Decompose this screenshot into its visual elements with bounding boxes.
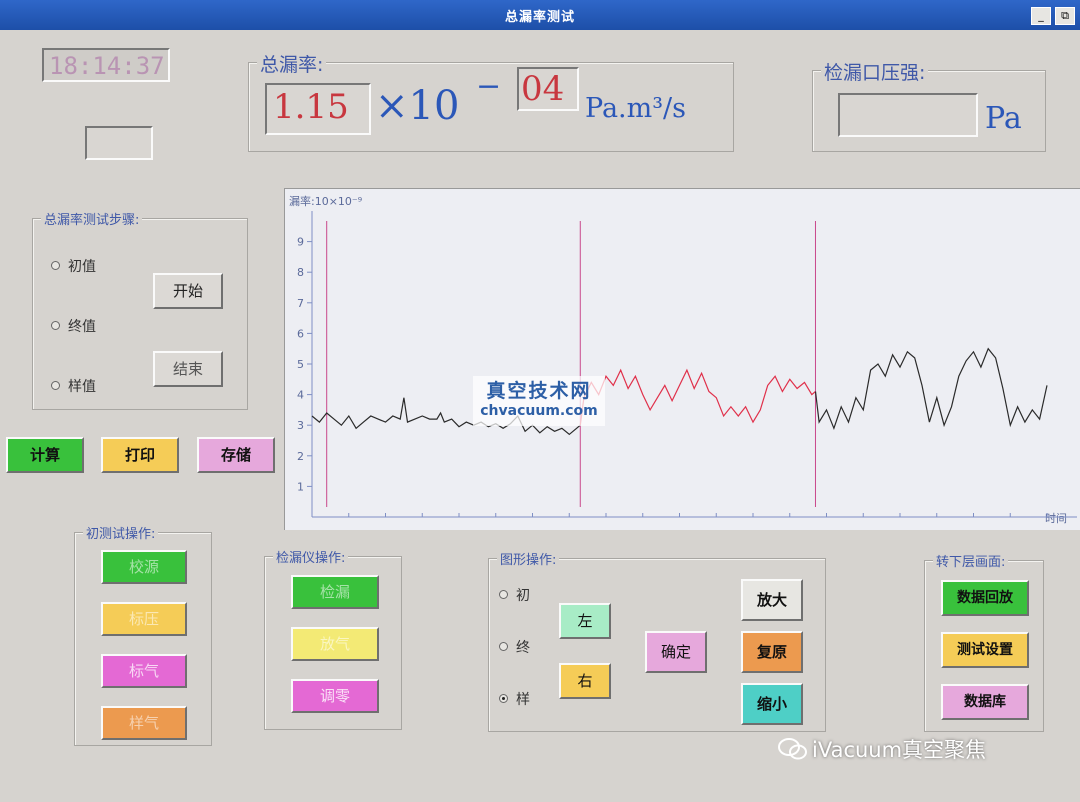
series-line [579, 368, 816, 426]
radio-label: 终 [516, 640, 530, 656]
zoom-out-button[interactable]: 缩小 [741, 683, 803, 725]
brand-text: iVacuum真空聚焦 [812, 738, 987, 762]
leak-rate-panel: 总漏率: 1.15 ×10 − 04 Pa.m³/s [248, 50, 734, 152]
series-line [814, 347, 1048, 431]
radio-graph-sample[interactable]: 样 [499, 689, 530, 709]
watermark-title: 真空技术网 [486, 380, 592, 402]
y-tick-label: 8 [297, 266, 304, 279]
radio-final-value[interactable]: 终值 [51, 316, 96, 336]
calibrate-pressure-button[interactable]: 标压 [101, 602, 187, 636]
pressure-panel: 检漏口压强: Pa [812, 58, 1046, 152]
print-button[interactable]: 打印 [101, 437, 179, 473]
leak-exponent-field: 04 [517, 67, 579, 111]
watermark: 真空技术网 chvacuum.com [473, 376, 605, 426]
vent-button[interactable]: 放气 [291, 627, 379, 661]
test-steps-panel: 总漏率测试步骤: 初值 终值 样值 开始 结束 [32, 209, 248, 410]
title-bar: 总漏率测试 _ ⧉ [0, 0, 1080, 30]
clock-time: 18:14:37 [49, 52, 165, 80]
leak-rate-chart: 漏率:10×10⁻⁹ 时间 1 2 3 4 5 6 7 8 9 [284, 188, 1080, 530]
sub-screen-nav-panel: 转下层画面: 数据回放 测试设置 数据库 [924, 551, 1044, 732]
radio-initial-value[interactable]: 初值 [51, 256, 96, 276]
y-tick-label: 1 [297, 480, 304, 493]
restore-button[interactable]: ⧉ [1055, 7, 1075, 25]
leak-rate-legend: 总漏率: [257, 50, 327, 77]
initial-test-ops-panel: 初测试操作: 校源 标压 标气 样气 [74, 523, 212, 746]
pressure-legend: 检漏口压强: [821, 58, 929, 85]
y-tick-label: 4 [297, 389, 304, 402]
radio-sample-value[interactable]: 样值 [51, 376, 96, 396]
watermark-url: chvacuum.com [480, 403, 598, 419]
y-tick-label: 3 [297, 419, 304, 432]
radio-label: 终值 [68, 319, 96, 335]
move-right-button[interactable]: 右 [559, 663, 611, 699]
radio-dot [499, 642, 508, 651]
wechat-icon [778, 737, 808, 766]
leak-rate-unit: Pa.m³/s [585, 93, 687, 124]
test-steps-legend: 总漏率测试步骤: [41, 209, 143, 228]
minus-sign: − [476, 69, 502, 104]
x-axis-label: 时间 [1045, 512, 1067, 525]
move-left-button[interactable]: 左 [559, 603, 611, 639]
end-button[interactable]: 结束 [153, 351, 223, 387]
graph-ops-legend: 图形操作: [497, 549, 560, 568]
status-indicator [85, 126, 153, 160]
zero-button[interactable]: 调零 [291, 679, 379, 713]
times-ten-label: ×10 [375, 83, 460, 129]
leak-exponent-value: 04 [521, 69, 565, 109]
leak-detect-button[interactable]: 检漏 [291, 575, 379, 609]
detector-ops-panel: 检漏仪操作: 检漏 放气 调零 [264, 547, 402, 730]
sample-gas-button[interactable]: 样气 [101, 706, 187, 740]
leak-mantissa-value: 1.15 [273, 87, 349, 127]
data-playback-button[interactable]: 数据回放 [941, 580, 1029, 616]
pressure-value-field [838, 93, 978, 137]
zoom-in-button[interactable]: 放大 [741, 579, 803, 621]
database-button[interactable]: 数据库 [941, 684, 1029, 720]
radio-dot [499, 694, 508, 703]
sub-screen-nav-legend: 转下层画面: [933, 551, 1009, 570]
reset-button[interactable]: 复原 [741, 631, 803, 673]
initial-test-ops-legend: 初测试操作: [83, 523, 159, 542]
leak-mantissa-field: 1.15 [265, 83, 371, 135]
pressure-unit: Pa [985, 101, 1022, 136]
radio-label: 初值 [68, 259, 96, 275]
y-tick-label: 7 [297, 297, 304, 310]
radio-label: 样值 [68, 379, 96, 395]
standard-gas-button[interactable]: 标气 [101, 654, 187, 688]
radio-label: 初 [516, 588, 530, 604]
detector-ops-legend: 检漏仪操作: [273, 547, 349, 566]
radio-dot [51, 321, 60, 330]
start-button[interactable]: 开始 [153, 273, 223, 309]
calculate-button[interactable]: 计算 [6, 437, 84, 473]
y-tick-label: 5 [297, 358, 304, 371]
minimize-button[interactable]: _ [1031, 7, 1051, 25]
window-title: 总漏率测试 [504, 10, 575, 25]
clock-display: 18:14:37 [42, 48, 170, 82]
radio-dot [51, 381, 60, 390]
radio-dot [51, 261, 60, 270]
save-button[interactable]: 存储 [197, 437, 275, 473]
radio-label: 样 [516, 692, 530, 708]
y-tick-label: 9 [297, 236, 304, 249]
radio-dot [499, 590, 508, 599]
brand-overlay: iVacuum真空聚焦 [778, 734, 986, 766]
radio-graph-initial[interactable]: 初 [499, 585, 530, 605]
chart-title: 漏率:10×10⁻⁹ [289, 194, 362, 208]
chart-svg: 漏率:10×10⁻⁹ 时间 1 2 3 4 5 6 7 8 9 [289, 194, 1077, 525]
y-tick-label: 2 [297, 450, 304, 463]
graph-ops-panel: 图形操作: 初 终 样 左 右 确定 放大 复原 缩小 [488, 549, 826, 732]
y-tick-label: 6 [297, 327, 304, 340]
confirm-button[interactable]: 确定 [645, 631, 707, 673]
calibrate-source-button[interactable]: 校源 [101, 550, 187, 584]
test-settings-button[interactable]: 测试设置 [941, 632, 1029, 668]
radio-graph-final[interactable]: 终 [499, 637, 530, 657]
